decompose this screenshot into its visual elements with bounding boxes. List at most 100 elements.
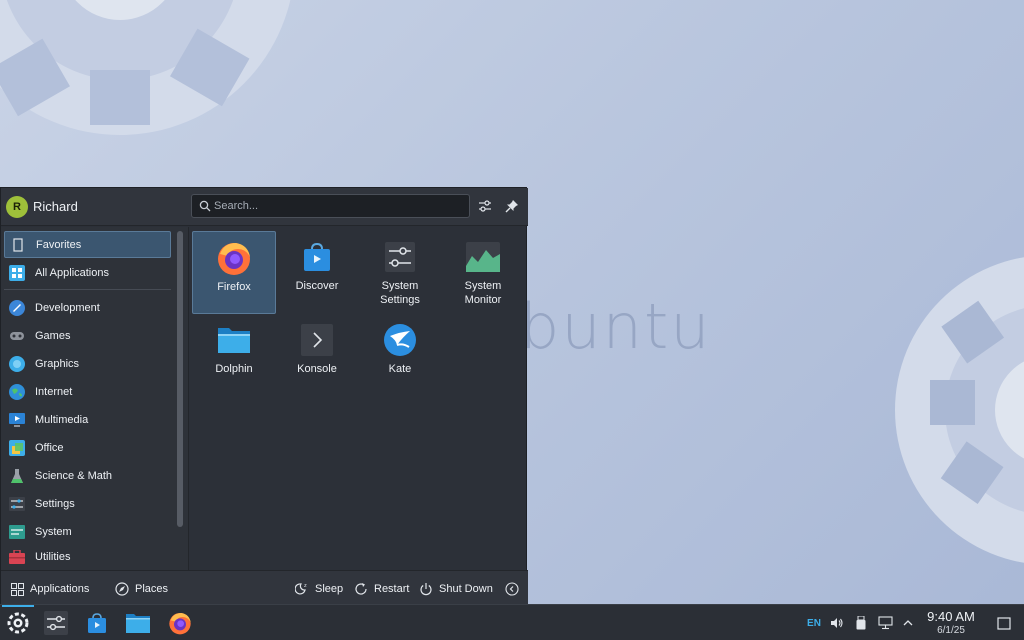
shutdown-label: Shut Down	[439, 583, 493, 595]
compass-icon	[115, 582, 129, 596]
sidebar-item-settings[interactable]: Settings	[4, 490, 171, 517]
app-label: System Monitor	[464, 280, 502, 306]
usb-drive-icon	[856, 616, 866, 630]
launcher-header: R Richard	[1, 188, 528, 226]
clock-time[interactable]: 9:40 AM	[920, 609, 982, 624]
kate-icon	[382, 322, 418, 358]
configure-button[interactable]	[476, 197, 494, 215]
sidebar-item-graphics[interactable]: Graphics	[4, 350, 171, 377]
flask-icon	[9, 468, 25, 484]
gamepad-icon	[9, 328, 25, 344]
app-tile-kate[interactable]: Kate	[358, 314, 442, 397]
chevron-left-icon	[505, 582, 519, 596]
category-sidebar: Favorites All Applications Development G…	[1, 227, 189, 570]
toolbox-icon	[9, 549, 25, 565]
folder-icon	[126, 614, 150, 633]
taskbar-firefox[interactable]	[164, 608, 196, 638]
discover-icon	[299, 239, 335, 275]
firefox-icon	[216, 240, 252, 276]
office-icon	[9, 439, 25, 456]
app-tile-dolphin[interactable]: Dolphin	[192, 314, 276, 397]
search-input[interactable]	[214, 197, 464, 215]
sidebar-separator	[4, 289, 171, 290]
sidebar-item-label: Internet	[35, 385, 73, 398]
launcher-button[interactable]	[2, 605, 34, 638]
sleep-icon: z	[295, 582, 309, 596]
sidebar-item-science-math[interactable]: Science & Math	[4, 462, 171, 489]
settings-icon	[9, 496, 25, 512]
multimedia-icon	[9, 412, 25, 428]
clock-date[interactable]: 6/1/25	[920, 625, 982, 636]
grid-icon	[9, 264, 25, 281]
app-label: Discover	[295, 280, 339, 292]
development-icon	[9, 299, 25, 316]
sidebar-item-multimedia[interactable]: Multimedia	[4, 406, 171, 433]
chevron-up-icon	[903, 620, 913, 626]
shutdown-button[interactable]: Shut Down	[419, 580, 493, 598]
sidebar-item-favorites[interactable]: Favorites	[4, 231, 171, 258]
app-tile-firefox[interactable]: Firefox	[192, 231, 276, 314]
sidebar-item-games[interactable]: Games	[4, 322, 171, 349]
network-wired-icon	[877, 616, 893, 630]
search-icon	[199, 200, 211, 212]
wallpaper-gear-right	[895, 257, 1024, 563]
sidebar-item-label: Graphics	[35, 357, 80, 370]
sidebar-item-office[interactable]: Office	[4, 434, 171, 461]
sidebar-item-all-applications[interactable]: All Applications	[4, 259, 171, 286]
keyboard-layout-indicator[interactable]: EN	[806, 615, 822, 631]
taskbar-discover[interactable]	[81, 608, 113, 638]
applications-grid-icon	[11, 582, 24, 596]
show-desktop-button[interactable]	[995, 615, 1013, 631]
app-tile-system-settings[interactable]: System Settings	[358, 231, 442, 314]
sidebar-item-label: Settings	[35, 497, 75, 510]
sleep-label: Sleep	[315, 583, 344, 595]
sidebar-item-label: Office	[35, 441, 64, 454]
system-monitor-icon	[465, 239, 501, 275]
kde-gear-icon	[7, 612, 29, 634]
globe-icon	[9, 383, 25, 400]
sidebar-scrollbar[interactable]	[177, 231, 183, 527]
favorites-grid: Firefox Discover System Settings System …	[190, 227, 527, 570]
network-button[interactable]	[877, 615, 893, 631]
user-avatar[interactable]: R	[6, 196, 28, 218]
restart-icon	[354, 582, 368, 596]
taskbar-dolphin[interactable]	[122, 608, 154, 638]
system-icon	[9, 524, 25, 540]
app-tile-konsole[interactable]: Konsole	[275, 314, 359, 397]
launcher-footer: Applications Places z Sleep Restart Shut…	[1, 570, 528, 606]
restart-button[interactable]: Restart	[354, 580, 409, 598]
removable-devices-button[interactable]	[853, 615, 869, 631]
volume-button[interactable]	[829, 615, 845, 631]
pin-icon	[505, 200, 518, 213]
app-tile-discover[interactable]: Discover	[275, 231, 359, 314]
wallpaper-text: buntu	[520, 290, 712, 363]
sidebar-item-label: System	[35, 525, 72, 538]
wallpaper-gear-top	[0, 0, 291, 135]
sidebar-item-development[interactable]: Development	[4, 294, 171, 321]
sidebar-item-internet[interactable]: Internet	[4, 378, 171, 405]
user-name: Richard	[33, 199, 78, 214]
bookmark-icon	[10, 237, 26, 253]
search-field[interactable]	[191, 194, 470, 218]
sidebar-item-utilities[interactable]: Utilities	[4, 546, 171, 568]
show-hidden-icons-button[interactable]	[900, 615, 916, 631]
taskbar: EN 9:40 AM 6/1/25	[0, 604, 1024, 640]
restart-label: Restart	[374, 583, 410, 595]
app-tile-system-monitor[interactable]: System Monitor	[441, 231, 525, 314]
tab-places[interactable]: Places	[115, 580, 168, 598]
sidebar-item-label: Favorites	[36, 238, 82, 251]
sleep-button[interactable]: z Sleep	[295, 580, 343, 598]
taskbar-system-settings[interactable]	[40, 608, 72, 638]
sidebar-item-label: Utilities	[35, 551, 71, 563]
sidebar-item-system[interactable]: System	[4, 518, 171, 545]
tab-applications[interactable]: Applications	[11, 580, 89, 598]
application-launcher: R Richard Search... Favorites All Applic…	[0, 187, 528, 606]
pin-button[interactable]	[503, 197, 521, 215]
app-label: Kate	[388, 363, 412, 375]
app-label: Firefox	[217, 281, 251, 293]
app-label: Dolphin	[215, 363, 253, 375]
discover-icon	[88, 613, 106, 633]
system-settings-icon	[382, 239, 418, 275]
more-session-options-button[interactable]	[505, 580, 525, 598]
sidebar-item-label: Development	[35, 301, 100, 314]
